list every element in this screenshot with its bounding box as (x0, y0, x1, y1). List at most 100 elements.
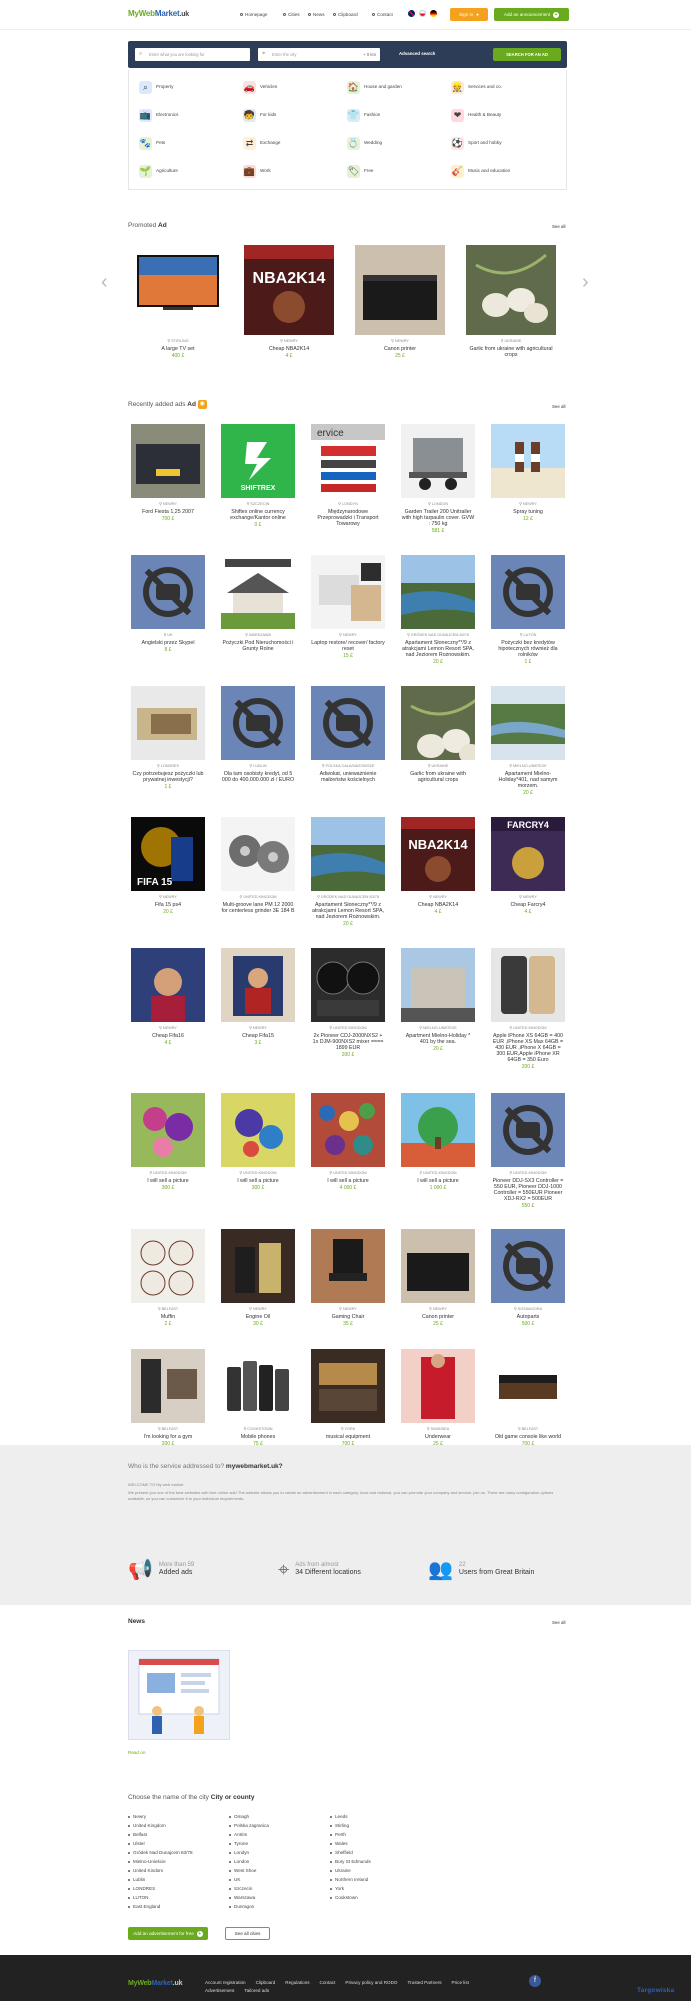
ad-card[interactable]: ⚲ UNITED KINGDOM I will sell a picture 300… (221, 1093, 295, 1191)
ad-title[interactable]: I will sell a picture (401, 1178, 475, 1184)
ad-card[interactable]: FIFA 15 ⚲ NEWRY Fifa 15 ps4 20 £ (131, 817, 205, 915)
ad-image[interactable] (401, 1093, 475, 1167)
nav-homepage[interactable]: Homepage (240, 12, 267, 18)
category-property[interactable]: ⌕ Property (139, 80, 173, 94)
ad-card[interactable]: FARCRY4 ⚲ NEWRY Cheap Farcry4 4 £ (491, 817, 565, 915)
ad-card[interactable]: ⚲ UNITED KINGDOM Apple iPhone XS 64GB = 4… (491, 948, 565, 1070)
category-vehicles[interactable]: 🚗 Vehicles (243, 80, 277, 94)
search-what-input[interactable]: ⌕ Enter what you are looking for (135, 48, 250, 61)
nav-cities[interactable]: Cities (283, 12, 300, 18)
ad-title[interactable]: Angielski przez Skypel (131, 640, 205, 646)
ad-title[interactable]: Canon printer (355, 346, 445, 352)
ad-card[interactable]: ⚲ BELFAST Muffin 2 £ (131, 1229, 205, 1327)
carousel-prev-arrow[interactable]: ‹ (101, 270, 108, 294)
ad-image[interactable] (355, 245, 445, 335)
footer-link[interactable]: Trusted Partners (407, 1980, 441, 1986)
ad-title[interactable]: Spray tuning (491, 509, 565, 515)
search-button[interactable]: SEARCH FOR AN AD (493, 48, 561, 61)
add-announcement-button[interactable]: Add an announcement + (494, 8, 569, 21)
ad-card[interactable]: ⚲ UNITED KINGDOM I will sell a picture 300… (131, 1093, 205, 1191)
ad-title[interactable]: I'm looking for a gym (131, 1434, 205, 1440)
ad-image[interactable] (311, 1229, 385, 1303)
ad-image[interactable] (466, 245, 556, 335)
city-link[interactable]: Perth (330, 1830, 371, 1839)
category-exchange[interactable]: ⇄ Exchange (243, 136, 280, 150)
ad-title[interactable]: Muffin (131, 1314, 205, 1320)
ad-image[interactable] (401, 424, 475, 498)
germany-flag-icon[interactable] (430, 10, 437, 17)
ad-card[interactable]: ⚲ NEWRY Engine Oil 30 £ (221, 1229, 295, 1327)
ad-image[interactable] (311, 1093, 385, 1167)
ad-card[interactable]: ⚲ MIELNO-UNIEŚCIE Apartment Mielno-Holida… (401, 948, 475, 1052)
ad-title[interactable]: Pożyczki bez kredytów hipotecznych równi… (491, 640, 565, 658)
city-link[interactable]: UK (229, 1875, 269, 1884)
category-work[interactable]: 💼 Work (243, 164, 271, 178)
ad-image[interactable] (491, 555, 565, 629)
city-link[interactable]: United Kindom (128, 1866, 193, 1875)
ad-image[interactable] (491, 1093, 565, 1167)
city-link[interactable]: Newry (128, 1812, 193, 1821)
ad-title[interactable]: I will sell a picture (131, 1178, 205, 1184)
ad-card[interactable]: ⚲ UNITED KINGDOM 2x Pioneer CDJ-2000NXS2 … (311, 948, 385, 1058)
category-wedding[interactable]: 💍 Wedding (347, 136, 382, 150)
city-link[interactable]: Lublin (128, 1875, 193, 1884)
ad-card[interactable]: SHIFTREX ⚲ SZCZECIN Shiftex online currenc… (221, 424, 295, 528)
ad-card[interactable]: ⚲ UK Angielski przez Skypel 8 £ (131, 555, 205, 653)
advanced-search-link[interactable]: Advanced search (399, 51, 435, 56)
ad-card[interactable]: ⚲ NEWRY Cheap Fifa15 3 £ (221, 948, 295, 1046)
nav-contact[interactable]: Contact (372, 12, 393, 18)
ad-card[interactable]: ⚲ WARSZAWA Pożyczki Pod Nieruchomości i G… (221, 555, 295, 653)
category-free[interactable]: 🏷 Free (347, 164, 373, 178)
category-sport-and-hobby[interactable]: ⚽ Sport and hobby (451, 136, 502, 150)
ad-title[interactable]: Pożyczki Pod Nieruchomości i Grunty Roln… (221, 640, 295, 652)
recent-see-all-link[interactable]: See all (552, 404, 565, 409)
city-link[interactable]: Polska zagranica (229, 1821, 269, 1830)
ad-card[interactable]: ⚲ MIELNO-UNIEŚCIE Apartament Mielno-Holid… (491, 686, 565, 796)
ad-card[interactable]: ⚲ NEWRY Cheap Fifa16 4 £ (131, 948, 205, 1046)
ad-title[interactable]: Adwokat, unieważnienie małżeństw kościel… (311, 771, 385, 783)
city-link[interactable]: Gródek Nad Dunajcem 83/78 (128, 1848, 193, 1857)
ad-card[interactable]: ervice ⚲ LONDYN Międzynarodowe Przeprowadz… (311, 424, 385, 528)
ad-title[interactable]: Mobile phones (221, 1434, 295, 1440)
city-link[interactable]: East England (128, 1902, 193, 1911)
add-ad-free-button[interactable]: Add an advertisement for free + (128, 1927, 208, 1940)
city-link[interactable]: Bury St Edmunds (330, 1857, 371, 1866)
ad-card[interactable]: ⚲ LUTON Pożyczki bez kredytów hipotecznyc… (491, 555, 565, 665)
category-pets[interactable]: 🐾 Pets (139, 136, 165, 150)
footer-link[interactable]: Account registration (205, 1980, 246, 1986)
ad-card[interactable]: ⚲ UNITED KINGDOM Pioneer DDJ-SX3 Controll… (491, 1093, 565, 1209)
ad-image[interactable] (221, 1229, 295, 1303)
category-electronics[interactable]: 📺 Electronics (139, 108, 178, 122)
city-link[interactable]: Belfast (128, 1830, 193, 1839)
city-link[interactable]: York (330, 1884, 371, 1893)
ad-title[interactable]: Garlic from ukraine with agricultural cr… (401, 771, 475, 783)
ad-image[interactable] (311, 948, 385, 1022)
radius-select[interactable]: + 0 km (363, 52, 376, 57)
ad-title[interactable]: Czy potrzebujesz pożyczki lub prywatnej … (131, 771, 205, 783)
ad-title[interactable]: Underwear (401, 1434, 475, 1440)
ad-title[interactable]: Garden Trailer 200 Unitrailer with high … (401, 509, 475, 527)
ad-title[interactable]: Old game console like world (491, 1434, 565, 1440)
ad-card[interactable]: ⚲ LONDRES Czy potrzebujesz pożyczki lub p… (131, 686, 205, 790)
ad-card[interactable]: ⚲ NEWRY Spray tuning 12 £ (491, 424, 565, 522)
ad-card[interactable]: ⚲ UNITED KINGDOM Multi-groove lane PM 12 … (221, 817, 295, 915)
city-link[interactable]: Sheffield (330, 1848, 371, 1857)
news-see-all-link[interactable]: See all (552, 1620, 565, 1625)
ad-title[interactable]: Engine Oil (221, 1314, 295, 1320)
city-link[interactable]: Wales (330, 1839, 371, 1848)
city-link[interactable]: Mielno-Unieście (128, 1857, 193, 1866)
city-link[interactable]: Ukraine (330, 1866, 371, 1875)
ad-card[interactable]: ⚲ COOKSTOWN Mobile phones 75 £ (221, 1349, 295, 1447)
ad-card[interactable]: ⚲ BELFAST I'm looking for a gym 200 £ (131, 1349, 205, 1447)
ad-title[interactable]: Cheap Fifa16 (131, 1033, 205, 1039)
ad-image[interactable] (131, 555, 205, 629)
ad-image[interactable] (131, 424, 205, 498)
ad-image[interactable]: NBA2K14 (401, 817, 475, 891)
ad-image[interactable] (401, 686, 475, 760)
footer-link[interactable]: Privacy policy and RODO (345, 1980, 397, 1986)
ad-title[interactable]: I will sell a picture (221, 1178, 295, 1184)
carousel-next-arrow[interactable]: › (582, 270, 589, 294)
ad-image[interactable] (491, 686, 565, 760)
city-link[interactable]: LONDRES (128, 1884, 193, 1893)
category-house-and-garden[interactable]: 🏠 House and garden (347, 80, 402, 94)
